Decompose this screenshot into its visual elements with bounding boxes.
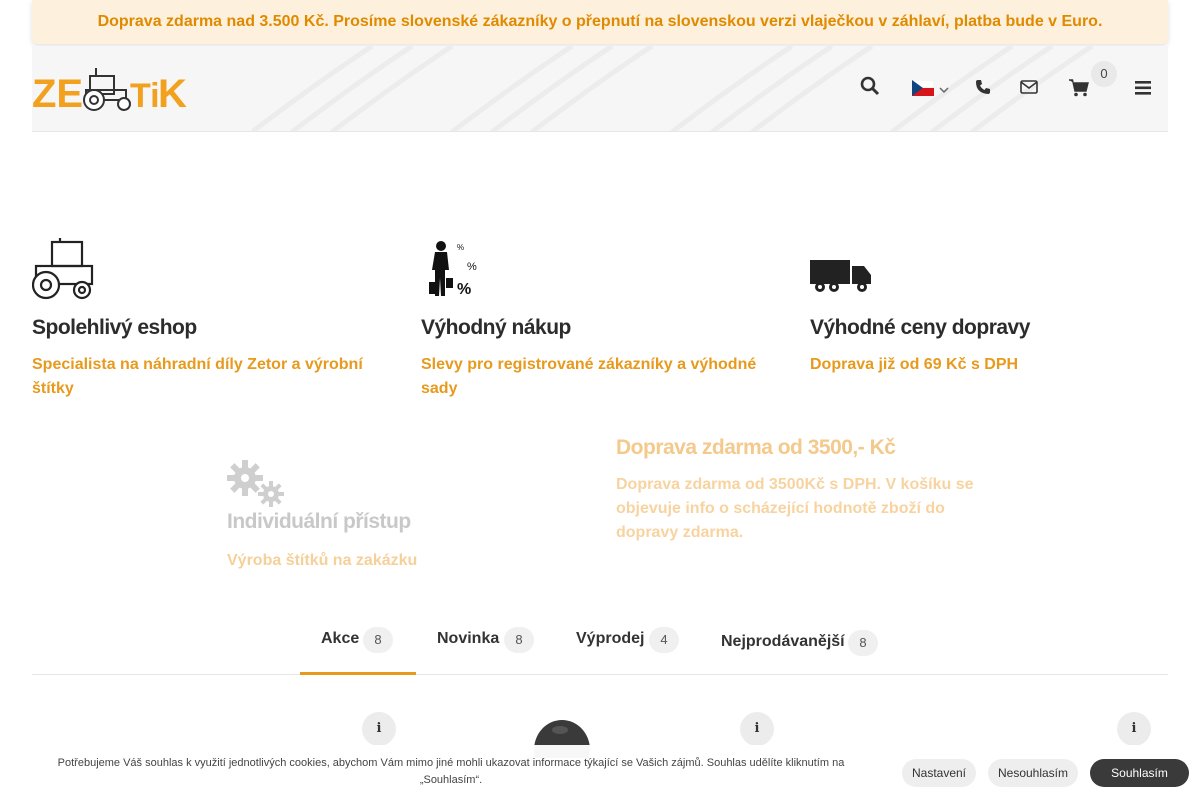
tab-label: Akce — [321, 630, 360, 647]
feature-text: Výroba štítků na zakázku — [227, 552, 418, 569]
feature-good-purchase: % % % Výhodný nákup Slevy pro registrova… — [421, 238, 781, 408]
feature-text: Slevy pro registrované zákazníky a výhod… — [421, 356, 757, 397]
product-info-icon[interactable]: i — [362, 712, 396, 746]
feature-text: Doprava zdarma od 3500Kč s DPH. V košíku… — [616, 476, 974, 541]
tab-novinka[interactable]: Novinka 8 — [426, 615, 546, 675]
feature-text: Specialista na náhradní díly Zetor a výr… — [32, 356, 363, 397]
envelope-icon[interactable] — [1020, 80, 1044, 104]
feature-reliable-eshop: Spolehlivý eshop Specialista na náhradní… — [31, 238, 392, 408]
svg-text:%: % — [457, 281, 471, 298]
feature-title: Individuální přístup — [227, 510, 411, 533]
flag-cz-icon[interactable] — [911, 79, 936, 104]
search-icon[interactable] — [860, 76, 884, 100]
svg-text:Ti: Ti — [130, 77, 160, 114]
product-info-icon[interactable]: i — [740, 712, 774, 746]
logo[interactable]: ZE Ti K — [32, 62, 192, 116]
feature-title: Doprava zdarma od 3500,- Kč — [616, 436, 896, 459]
tab-akce[interactable]: Akce 8 — [300, 615, 416, 675]
feature-shipping-prices: Výhodné ceny dopravy Doprava již od 69 K… — [810, 238, 1170, 408]
cookie-agree-button[interactable]: Souhlasím — [1090, 759, 1189, 787]
logo-tractor-icon: ZE Ti K — [32, 68, 187, 116]
site-header: ZE Ti K 0 — [32, 46, 1168, 132]
tractor-icon — [31, 238, 94, 305]
feature-text: Doprava již od 69 Kč s DPH — [810, 356, 1019, 373]
feature-title: Spolehlivý eshop — [32, 316, 197, 339]
truck-icon — [810, 258, 872, 299]
tab-count-badge: 8 — [363, 627, 393, 653]
cart-icon[interactable] — [1069, 79, 1093, 103]
tab-count-badge: 8 — [848, 630, 878, 656]
top-banner-text: Doprava zdarma nad 3.500 Kč. Prosíme slo… — [97, 13, 1103, 30]
cookie-consent-text: Potřebujeme Váš souhlas k využití jednot… — [57, 757, 845, 786]
chevron-down-icon[interactable] — [939, 82, 963, 106]
phone-icon[interactable] — [975, 79, 999, 103]
feature-title: Výhodný nákup — [421, 316, 571, 339]
cookie-disagree-button[interactable]: Nesouhlasím — [988, 759, 1078, 787]
svg-text:ZE: ZE — [32, 72, 83, 114]
cookie-settings-button[interactable]: Nastavení — [902, 759, 976, 787]
svg-text:K: K — [158, 72, 187, 114]
top-banner: Doprava zdarma nad 3.500 Kč. Prosíme slo… — [32, 0, 1168, 44]
cookie-consent-bar: Potřebujeme Váš souhlas k využití jednot… — [0, 745, 1200, 800]
product-info-icon[interactable]: i — [1117, 712, 1151, 746]
product-tabs: Akce 8 Novinka 8 Výprodej 4 Nejprodávaně… — [32, 615, 1168, 675]
tab-label: Nejprodávanější — [721, 633, 845, 650]
tab-count-badge: 4 — [649, 627, 679, 653]
cart-count-badge: 0 — [1091, 61, 1117, 87]
shopping-woman-icon: % % % — [421, 238, 483, 305]
feature-free-shipping: Doprava zdarma od 3500,- Kč Doprava zdar… — [616, 436, 996, 556]
gears-icon — [227, 460, 287, 513]
svg-text:%: % — [457, 243, 464, 252]
tab-count-badge: 8 — [504, 627, 534, 653]
feature-title: Výhodné ceny dopravy — [810, 316, 1030, 339]
tab-label: Výprodej — [576, 630, 645, 647]
tab-vyprodej[interactable]: Výprodej 4 — [566, 615, 690, 675]
tab-label: Novinka — [437, 630, 500, 647]
tire-tracks-decoration — [252, 46, 1094, 131]
feature-individual-approach: Individuální přístup Výroba štítků na za… — [227, 460, 587, 590]
tab-nejprodavanejsi[interactable]: Nejprodávanější 8 — [712, 615, 892, 675]
svg-text:%: % — [467, 261, 477, 273]
menu-icon[interactable] — [1135, 81, 1159, 105]
